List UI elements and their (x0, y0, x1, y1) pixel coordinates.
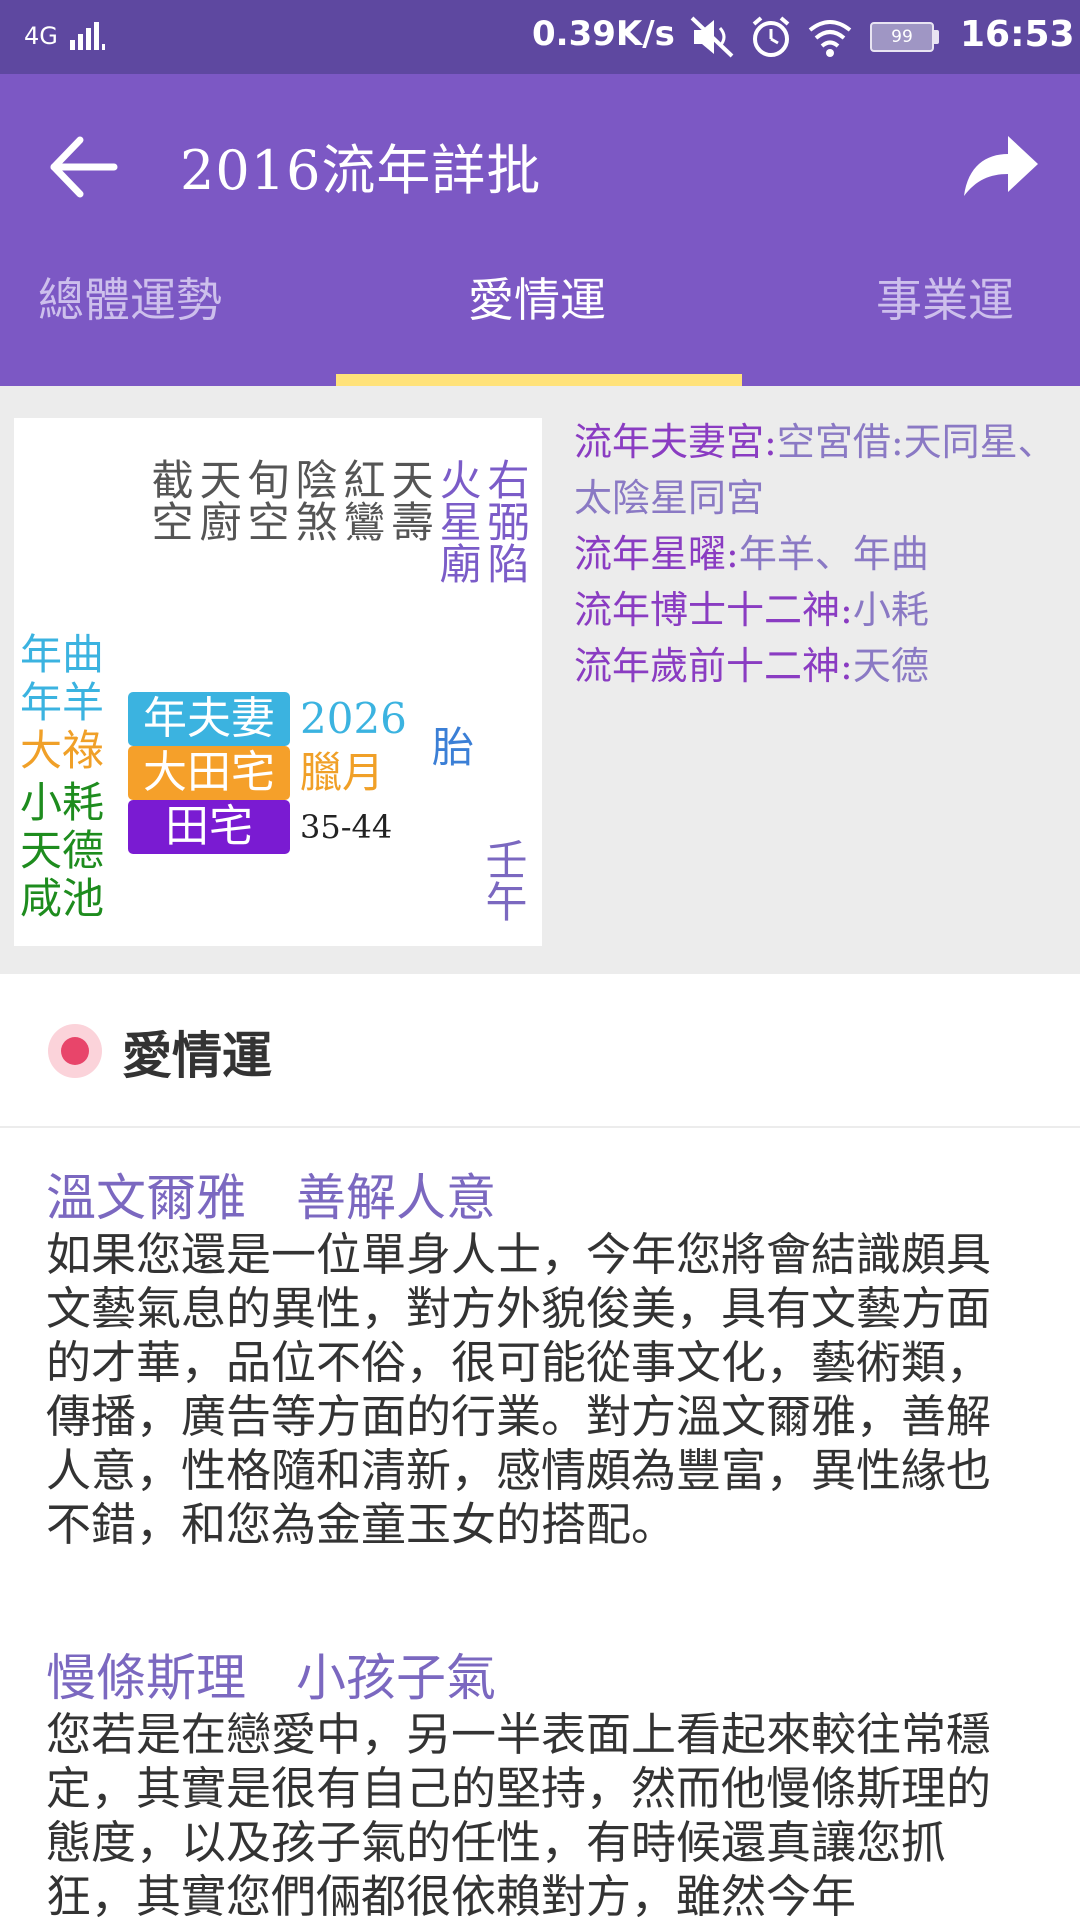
star-xianchi: 咸池 (20, 874, 105, 923)
tag-property: 田宅 (128, 800, 290, 854)
battery-tip (934, 30, 939, 44)
section-header: 愛情運 (0, 974, 1080, 1128)
clock: 16:53 (960, 14, 1075, 55)
tag-decade-property: 大田宅 (128, 746, 290, 800)
star-nianyang: 年羊 (20, 678, 105, 727)
tab-overall-fortune[interactable]: 總體運勢 (38, 264, 222, 330)
star-xiaohao: 小耗 (20, 778, 105, 827)
star-tianchu: 天廚 (193, 458, 242, 542)
star-youbi: 右弼陷 (481, 458, 530, 584)
radio-dot-icon (48, 1024, 102, 1078)
network-speed: 0.39K/s (532, 14, 675, 54)
paragraph-body: 您若是在戀愛中，另一半表面上看起來較往常穩定，其實是很有自己的堅持，然而他慢條斯… (46, 1708, 992, 1923)
star-jiekong: 截空 (145, 458, 194, 542)
tag-year-spouse: 年夫妻 (128, 692, 290, 746)
battery-icon: 99 (870, 22, 934, 52)
star-huoxing: 火星廟 (433, 458, 482, 584)
star-tianshou: 天壽 (385, 458, 434, 542)
star-xunkong: 旬空 (241, 458, 290, 542)
age-range-label: 35-44 (300, 808, 393, 846)
info-spouse-palace: 流年夫妻宮:空宮借:天同星、太陰星同宮 (574, 420, 1056, 520)
alarm-icon (752, 16, 790, 57)
mute-icon (690, 16, 734, 58)
section-title: 愛情運 (122, 1027, 272, 1085)
ganzhi-label: 壬午 (479, 838, 528, 922)
palace-cell: 截空 天廚 旬空 陰煞 紅鸞 天壽 火星廟 右弼陷 年曲 年羊 大祿 小耗 天德… (14, 418, 542, 946)
wifi-icon (808, 20, 852, 57)
tab-love-fortune[interactable]: 愛情運 (468, 264, 606, 330)
share-arrow-icon[interactable] (960, 130, 1040, 200)
info-suiqian: 流年歲前十二神:天德 (574, 644, 929, 688)
article-content: 溫文爾雅 善解人意 如果您還是一位單身人士，今年您將會結識頗具文藝氣息的異性，對… (46, 1168, 1046, 1924)
info-stars: 流年星曜:年羊、年曲 (574, 532, 929, 576)
arrow-left-icon[interactable] (46, 130, 120, 204)
palace-info-panel: 流年夫妻宮:空宮借:天同星、太陰星同宮 流年星曜:年羊、年曲 流年博士十二神:小… (574, 414, 1064, 694)
page-title: 2016流年詳批 (180, 139, 542, 202)
star-tiande: 天德 (20, 826, 105, 875)
network-type: 4G (24, 22, 58, 50)
paragraph-title: 溫文爾雅 善解人意 (46, 1169, 496, 1227)
tab-indicator (336, 374, 742, 386)
app-header: 2016流年詳批 總體運勢 愛情運 事業運 (0, 74, 1080, 386)
tai-label: 胎 (432, 723, 475, 772)
paragraph-title: 慢條斯理 小孩子氣 (46, 1649, 496, 1707)
year-label: 2026 (300, 694, 407, 743)
star-hongluan: 紅鸞 (337, 458, 386, 542)
star-dalu: 大祿 (20, 726, 105, 775)
info-boshi: 流年博士十二神:小耗 (574, 588, 929, 632)
month-label: 臘月 (300, 748, 385, 797)
paragraph-body: 如果您還是一位單身人士，今年您將會結識頗具文藝氣息的異性，對方外貌俊美，具有文藝… (46, 1228, 992, 1551)
tab-career-fortune[interactable]: 事業運 (876, 264, 1014, 330)
star-nianqu: 年曲 (20, 630, 105, 679)
status-bar: 4G 0.39K/s 99 16:53 (0, 0, 1080, 74)
chart-area: 截空 天廚 旬空 陰煞 紅鸞 天壽 火星廟 右弼陷 年曲 年羊 大祿 小耗 天德… (0, 386, 1080, 974)
signal-icon (70, 22, 105, 50)
star-yinsha: 陰煞 (289, 458, 338, 542)
